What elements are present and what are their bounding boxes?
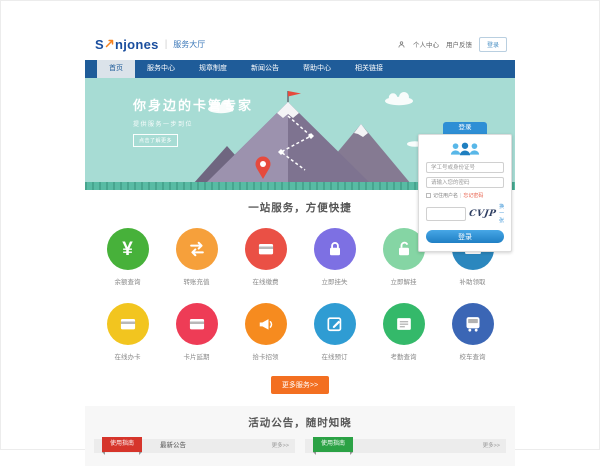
service-item-7[interactable]: 卡片延期	[162, 303, 231, 361]
nav-bar: 首页服务中心规章制度新闻公告帮助中心相关链接	[85, 60, 515, 78]
service-label: 立即挂失	[322, 276, 348, 286]
person-icon	[397, 40, 406, 49]
service-item-9[interactable]: 在线预订	[300, 303, 369, 361]
login-options: 记住用户名 | 忘记密码	[426, 192, 504, 199]
service-item-8[interactable]: 拾卡招领	[231, 303, 300, 361]
nav-item-3[interactable]: 新闻公告	[239, 60, 291, 78]
header-login-button[interactable]: 登录	[479, 37, 507, 52]
service-item-1[interactable]: 转账充值	[162, 228, 231, 286]
user-feedback-link[interactable]: 用户反馈	[446, 39, 472, 49]
options-divider: |	[460, 193, 461, 199]
service-label: 在线缴费	[253, 276, 279, 286]
logo-arrow-icon	[105, 39, 114, 48]
banner-cta-button[interactable]: 点击了解更多	[133, 134, 178, 147]
login-form: 记住用户名 | 忘记密码 CVJP 换一张 登录	[418, 134, 512, 252]
username-input[interactable]	[426, 162, 504, 173]
banner-subtitle: 提供服务一步到位	[133, 119, 253, 128]
card-icon	[176, 303, 218, 345]
nav-item-0[interactable]: 首页	[97, 60, 135, 78]
service-label: 在线办卡	[115, 351, 141, 361]
remember-label: 记住用户名	[433, 192, 458, 199]
lock-icon	[314, 228, 356, 270]
login-tab[interactable]: 登录	[443, 122, 487, 134]
list-icon	[383, 303, 425, 345]
remember-checkbox[interactable]	[426, 193, 431, 198]
left-ribbon-label: 使用指南	[110, 441, 134, 447]
right-announcement-panel: 使用指南 更多>>	[305, 439, 506, 453]
captcha-refresh-link[interactable]: 换一张	[499, 203, 504, 224]
service-label: 转账充值	[184, 276, 210, 286]
logo-divider: |	[165, 39, 168, 50]
screenshot-canvas: S njones | 服务大厅 个人中心 用户反馈 登录 首页服务中心规章制度新…	[0, 0, 600, 450]
service-label: 考勤查询	[391, 351, 417, 361]
service-label: 立即解挂	[391, 276, 417, 286]
service-label: 校车查询	[460, 351, 486, 361]
captcha-row: CVJP 换一张	[426, 203, 504, 224]
left-announcement-panel: 使用指南 最新公告 更多>>	[94, 439, 295, 453]
yuan-icon: ¥	[107, 228, 149, 270]
service-label: 在线预订	[322, 351, 348, 361]
captcha-image[interactable]: CVJP	[468, 209, 497, 219]
portal-page: S njones | 服务大厅 个人中心 用户反馈 登录 首页服务中心规章制度新…	[85, 28, 515, 466]
megaphone-icon	[245, 303, 287, 345]
service-item-3[interactable]: 立即挂失	[300, 228, 369, 286]
service-item-11[interactable]: 校车查询	[438, 303, 507, 361]
service-item-6[interactable]: 在线办卡	[93, 303, 162, 361]
nav-item-5[interactable]: 相关链接	[343, 60, 395, 78]
login-panel: 登录 记住用户名 | 忘记密码	[418, 122, 512, 252]
transfer-icon	[176, 228, 218, 270]
logo-tagline: 服务大厅	[173, 39, 205, 50]
top-bar: S njones | 服务大厅 个人中心 用户反馈 登录	[85, 28, 515, 60]
announcements-title: 活动公告，随时知晓	[85, 415, 515, 430]
right-more-link[interactable]: 更多>>	[483, 439, 500, 453]
nav-item-2[interactable]: 规章制度	[187, 60, 239, 78]
banner-title: 你身边的卡管专家	[133, 95, 253, 114]
service-item-0[interactable]: ¥ 余额查询	[93, 228, 162, 286]
edit-icon	[314, 303, 356, 345]
service-label: 卡片延期	[184, 351, 210, 361]
card-icon	[107, 303, 149, 345]
logo: S njones | 服务大厅	[95, 37, 205, 52]
service-label: 补助领取	[460, 276, 486, 286]
captcha-input[interactable]	[426, 207, 466, 221]
service-item-2[interactable]: 在线缴费	[231, 228, 300, 286]
right-ribbon-label: 使用指南	[321, 441, 345, 447]
service-label: 拾卡招领	[253, 351, 279, 361]
service-label: 余额查询	[115, 276, 141, 286]
announcements-section: 活动公告，随时知晓 使用指南 最新公告 更多>> 使用指南 更多>>	[85, 406, 515, 466]
latest-announcements-tab[interactable]: 最新公告	[160, 439, 186, 453]
password-input[interactable]	[426, 177, 504, 188]
forgot-password-link[interactable]: 忘记密码	[463, 192, 483, 199]
top-meta: 个人中心 用户反馈 登录	[397, 37, 507, 52]
banner-copy: 你身边的卡管专家 提供服务一步到位 点击了解更多	[133, 95, 253, 147]
logo-text-start: S	[95, 37, 104, 52]
service-item-10[interactable]: 考勤查询	[369, 303, 438, 361]
more-services-button[interactable]: 更多服务>>	[271, 376, 329, 394]
bus-icon	[452, 303, 494, 345]
login-submit-button[interactable]: 登录	[426, 230, 504, 243]
nav-item-4[interactable]: 帮助中心	[291, 60, 343, 78]
announcement-panels: 使用指南 最新公告 更多>> 使用指南 更多>>	[85, 430, 515, 466]
hero-banner: 你身边的卡管专家 提供服务一步到位 点击了解更多 登录	[85, 78, 515, 190]
personal-center-link[interactable]: 个人中心	[413, 39, 439, 49]
card-icon	[245, 228, 287, 270]
users-icon	[448, 141, 482, 157]
nav-item-1[interactable]: 服务中心	[135, 60, 187, 78]
logo-text-end: njones	[115, 37, 159, 52]
left-more-link[interactable]: 更多>>	[272, 439, 289, 453]
